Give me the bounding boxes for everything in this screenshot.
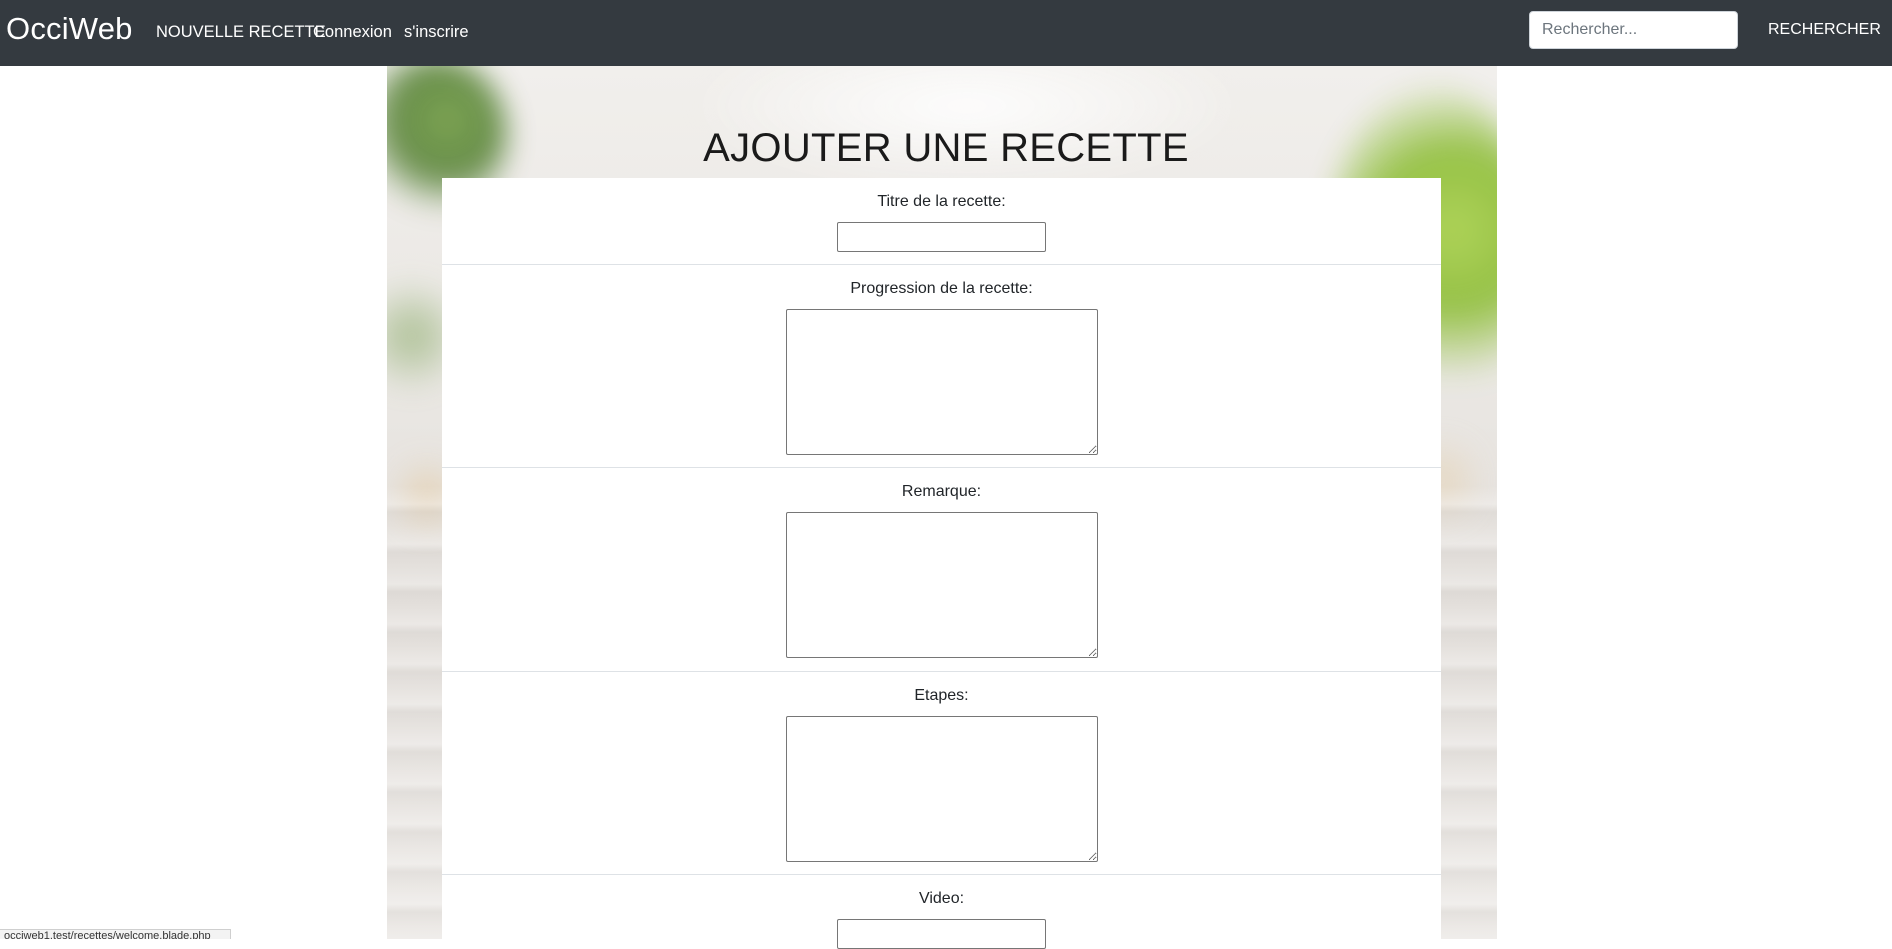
- search-input[interactable]: [1529, 11, 1738, 49]
- recipe-title-input[interactable]: [837, 222, 1046, 252]
- recipe-video-input[interactable]: [837, 919, 1046, 949]
- field-label-title: Titre de la recette:: [877, 193, 1006, 210]
- nav-link-login[interactable]: Connexion: [313, 21, 392, 43]
- top-navbar: OcciWeb NOUVELLE RECETTE Connexion s'ins…: [0, 0, 1892, 66]
- field-label-steps: Etapes:: [914, 687, 969, 704]
- form-section-remark: Remarque:: [442, 468, 1441, 672]
- brand-logo[interactable]: OcciWeb: [6, 9, 133, 49]
- recipe-remark-textarea[interactable]: [786, 512, 1098, 658]
- form-section-progression: Progression de la recette:: [442, 265, 1441, 468]
- field-label-video: Video:: [918, 890, 965, 907]
- add-recipe-form: Titre de la recette: Progression de la r…: [442, 178, 1441, 949]
- recipe-progression-textarea[interactable]: [786, 309, 1098, 455]
- browser-status-url: occiweb1.test/recettes/welcome.blade.php: [0, 929, 231, 939]
- nav-link-signup[interactable]: s'inscrire: [404, 21, 469, 43]
- search-button[interactable]: RECHERCHER: [1757, 11, 1892, 49]
- page-title: AJOUTER UNE RECETTE: [703, 126, 1189, 170]
- recipe-steps-textarea[interactable]: [786, 716, 1098, 862]
- form-section-title: Titre de la recette:: [442, 178, 1441, 265]
- form-section-video: Video:: [442, 875, 1441, 949]
- form-section-steps: Etapes:: [442, 672, 1441, 875]
- field-label-remark: Remarque:: [901, 483, 982, 500]
- nav-link-new-recipe[interactable]: NOUVELLE RECETTE: [156, 21, 326, 43]
- field-label-progression: Progression de la recette:: [850, 280, 1033, 297]
